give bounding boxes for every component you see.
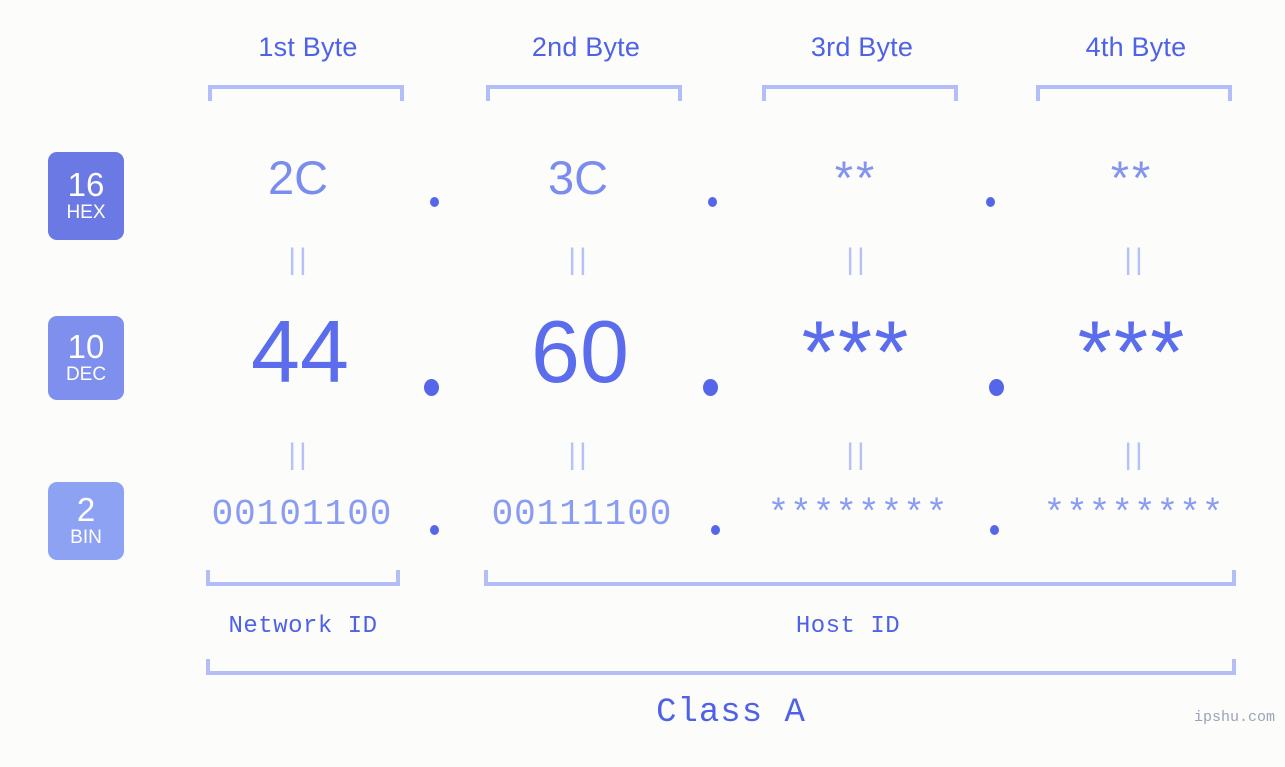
dec-byte-4: *** — [1077, 302, 1187, 401]
host-id-bracket — [484, 570, 1236, 586]
bin-separator-1 — [430, 525, 439, 535]
byte-bracket-top-3 — [762, 85, 958, 101]
dec-byte-3: *** — [801, 302, 911, 401]
bin-byte-2: 00111100 — [491, 494, 673, 535]
hex-byte-3: ** — [834, 151, 878, 204]
radix-badge-dec: 10 DEC — [48, 316, 124, 400]
hex-separator-2 — [708, 197, 717, 207]
equals-marker-hex-dec-3: || — [846, 243, 868, 276]
equals-marker-dec-bin-1: || — [288, 438, 310, 471]
radix-badge-dec-number: 10 — [67, 328, 105, 365]
equals-marker-hex-dec-1: || — [288, 243, 310, 276]
radix-badge-hex-name: HEX — [66, 202, 106, 223]
dec-separator-3 — [989, 379, 1004, 396]
bin-separator-3 — [990, 525, 999, 535]
equals-marker-hex-dec-2: || — [568, 243, 590, 276]
radix-badge-bin: 2 BIN — [48, 482, 124, 560]
network-id-bracket — [206, 570, 400, 586]
bin-byte-4: ******** — [1043, 494, 1225, 535]
host-id-label: Host ID — [795, 613, 901, 640]
hex-byte-2: 3C — [547, 151, 609, 204]
bin-byte-1: 00101100 — [211, 494, 393, 535]
radix-badge-bin-name: BIN — [70, 527, 102, 548]
radix-badge-hex: 16 HEX — [48, 152, 124, 240]
radix-badge-dec-name: DEC — [65, 364, 107, 385]
dec-byte-1: 44 — [251, 302, 349, 401]
dec-separator-1 — [424, 379, 439, 396]
equals-marker-dec-bin-3: || — [846, 438, 868, 471]
byte-bracket-top-2 — [486, 85, 682, 101]
hex-byte-4: ** — [1110, 151, 1154, 204]
site-watermark: ipshu.com — [1193, 709, 1275, 726]
byte-bracket-top-1 — [208, 85, 404, 101]
hex-separator-3 — [986, 197, 995, 207]
radix-badge-bin-number: 2 — [76, 491, 96, 528]
equals-marker-dec-bin-4: || — [1124, 438, 1146, 471]
dec-byte-2: 60 — [531, 302, 629, 401]
byte-header-2: 2nd Byte — [531, 32, 641, 62]
hex-byte-1: 2C — [267, 151, 329, 204]
bin-separator-2 — [711, 525, 720, 535]
byte-header-3: 3rd Byte — [810, 32, 914, 62]
byte-header-1: 1st Byte — [258, 32, 358, 62]
dec-separator-2 — [703, 379, 718, 396]
byte-bracket-top-4 — [1036, 85, 1232, 101]
equals-marker-dec-bin-2: || — [568, 438, 590, 471]
radix-badge-hex-number: 16 — [67, 166, 105, 203]
class-bracket — [206, 659, 1236, 675]
network-id-label: Network ID — [228, 613, 378, 640]
hex-separator-1 — [430, 197, 439, 207]
equals-marker-hex-dec-4: || — [1124, 243, 1146, 276]
bin-byte-3: ******** — [767, 494, 949, 535]
byte-header-4: 4th Byte — [1085, 32, 1187, 62]
class-label: Class A — [656, 694, 806, 732]
ip-address-breakdown-diagram: 1st Byte 2nd Byte 3rd Byte 4th Byte 16 H… — [0, 0, 1285, 767]
